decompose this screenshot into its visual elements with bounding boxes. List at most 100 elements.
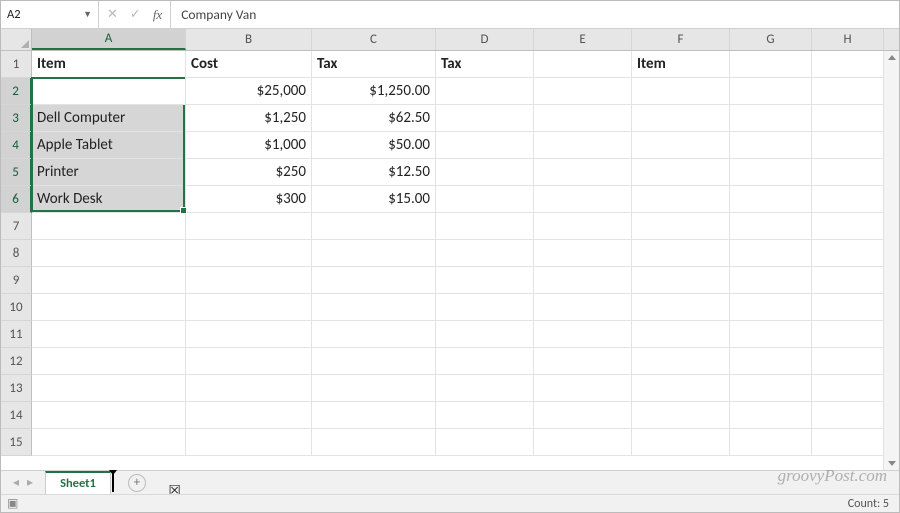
row-header-8[interactable]: 8 (1, 240, 32, 267)
cell-G13[interactable] (730, 375, 812, 402)
cell-G7[interactable] (730, 213, 812, 240)
cell-B6[interactable]: $300 (186, 186, 312, 213)
cell-F5[interactable] (632, 159, 730, 186)
cell-G14[interactable] (730, 402, 812, 429)
cell-G1[interactable] (730, 51, 812, 78)
cell-F12[interactable] (632, 348, 730, 375)
cell-A5[interactable]: Printer (32, 159, 186, 186)
cell-H3[interactable] (812, 105, 884, 132)
cancel-icon[interactable]: ✕ (107, 7, 118, 22)
cell-E12[interactable] (534, 348, 632, 375)
cell-F9[interactable] (632, 267, 730, 294)
cell-D6[interactable] (436, 186, 534, 213)
cell-H8[interactable] (812, 240, 884, 267)
cell-F7[interactable] (632, 213, 730, 240)
cell-H1[interactable] (812, 51, 884, 78)
row-header-1[interactable]: 1 (1, 51, 32, 78)
record-macro-icon[interactable]: ▣ (7, 496, 18, 511)
cell-D5[interactable] (436, 159, 534, 186)
cell-A14[interactable] (32, 402, 186, 429)
cell-G2[interactable] (730, 78, 812, 105)
fx-icon[interactable]: fx (153, 7, 162, 23)
row-header-5[interactable]: 5 (1, 159, 32, 186)
row-header-15[interactable]: 15 (1, 429, 32, 456)
cell-D7[interactable] (436, 213, 534, 240)
row-header-9[interactable]: 9 (1, 267, 32, 294)
cell-H4[interactable] (812, 132, 884, 159)
cell-G12[interactable] (730, 348, 812, 375)
cell-G6[interactable] (730, 186, 812, 213)
cell-H6[interactable] (812, 186, 884, 213)
cell-H11[interactable] (812, 321, 884, 348)
cell-D4[interactable] (436, 132, 534, 159)
row-header-12[interactable]: 12 (1, 348, 32, 375)
sheet-tab-active[interactable]: Sheet1 (45, 471, 111, 494)
column-header-C[interactable]: C (312, 29, 436, 50)
cell-G4[interactable] (730, 132, 812, 159)
cell-E8[interactable] (534, 240, 632, 267)
column-header-H[interactable]: H (812, 29, 884, 50)
cell-A12[interactable] (32, 348, 186, 375)
new-sheet-button[interactable]: + (128, 474, 146, 492)
tab-next-icon[interactable]: ▸ (27, 475, 33, 490)
cell-G8[interactable] (730, 240, 812, 267)
row-header-11[interactable]: 11 (1, 321, 32, 348)
cell-C6[interactable]: $15.00 (312, 186, 436, 213)
cell-E2[interactable] (534, 78, 632, 105)
tab-prev-icon[interactable]: ◂ (13, 475, 19, 490)
cell-G9[interactable] (730, 267, 812, 294)
select-all-corner[interactable] (1, 29, 32, 50)
row-header-13[interactable]: 13 (1, 375, 32, 402)
cell-D10[interactable] (436, 294, 534, 321)
formula-input[interactable]: Company Van (171, 1, 899, 28)
cell-H5[interactable] (812, 159, 884, 186)
cell-A3[interactable]: Dell Computer (32, 105, 186, 132)
cell-D3[interactable] (436, 105, 534, 132)
cell-B8[interactable] (186, 240, 312, 267)
cell-E1[interactable] (534, 51, 632, 78)
cell-E5[interactable] (534, 159, 632, 186)
cell-G10[interactable] (730, 294, 812, 321)
cell-C11[interactable] (312, 321, 436, 348)
cell-C9[interactable] (312, 267, 436, 294)
row-header-7[interactable]: 7 (1, 213, 32, 240)
cell-D2[interactable] (436, 78, 534, 105)
cell-D15[interactable] (436, 429, 534, 456)
cell-B14[interactable] (186, 402, 312, 429)
enter-icon[interactable]: ✓ (130, 7, 141, 22)
cell-B2[interactable]: $25,000 (186, 78, 312, 105)
cell-B9[interactable] (186, 267, 312, 294)
cell-B12[interactable] (186, 348, 312, 375)
cell-B13[interactable] (186, 375, 312, 402)
cell-E13[interactable] (534, 375, 632, 402)
row-header-4[interactable]: 4 (1, 132, 32, 159)
cell-D8[interactable] (436, 240, 534, 267)
cell-B1[interactable]: Cost (186, 51, 312, 78)
cell-G15[interactable] (730, 429, 812, 456)
cell-F2[interactable] (632, 78, 730, 105)
cell-D9[interactable] (436, 267, 534, 294)
cell-F10[interactable] (632, 294, 730, 321)
cell-F15[interactable] (632, 429, 730, 456)
cell-B3[interactable]: $1,250 (186, 105, 312, 132)
column-header-A[interactable]: A (32, 29, 186, 50)
cell-C2[interactable]: $1,250.00 (312, 78, 436, 105)
cell-E4[interactable] (534, 132, 632, 159)
cell-C1[interactable]: Tax (312, 51, 436, 78)
cell-G5[interactable] (730, 159, 812, 186)
cell-C5[interactable]: $12.50 (312, 159, 436, 186)
cell-E3[interactable] (534, 105, 632, 132)
cell-G11[interactable] (730, 321, 812, 348)
column-header-F[interactable]: F (632, 29, 730, 50)
cell-F4[interactable] (632, 132, 730, 159)
cell-F3[interactable] (632, 105, 730, 132)
vertical-scrollbar[interactable] (883, 51, 899, 470)
column-header-B[interactable]: B (186, 29, 312, 50)
cell-A11[interactable] (32, 321, 186, 348)
cell-D13[interactable] (436, 375, 534, 402)
spreadsheet-grid[interactable]: 1ItemCostTaxTaxItem2Company Van$25,000$1… (1, 51, 899, 456)
cell-H15[interactable] (812, 429, 884, 456)
cell-B15[interactable] (186, 429, 312, 456)
cell-H12[interactable] (812, 348, 884, 375)
name-box[interactable]: A2 ▼ (1, 1, 99, 28)
